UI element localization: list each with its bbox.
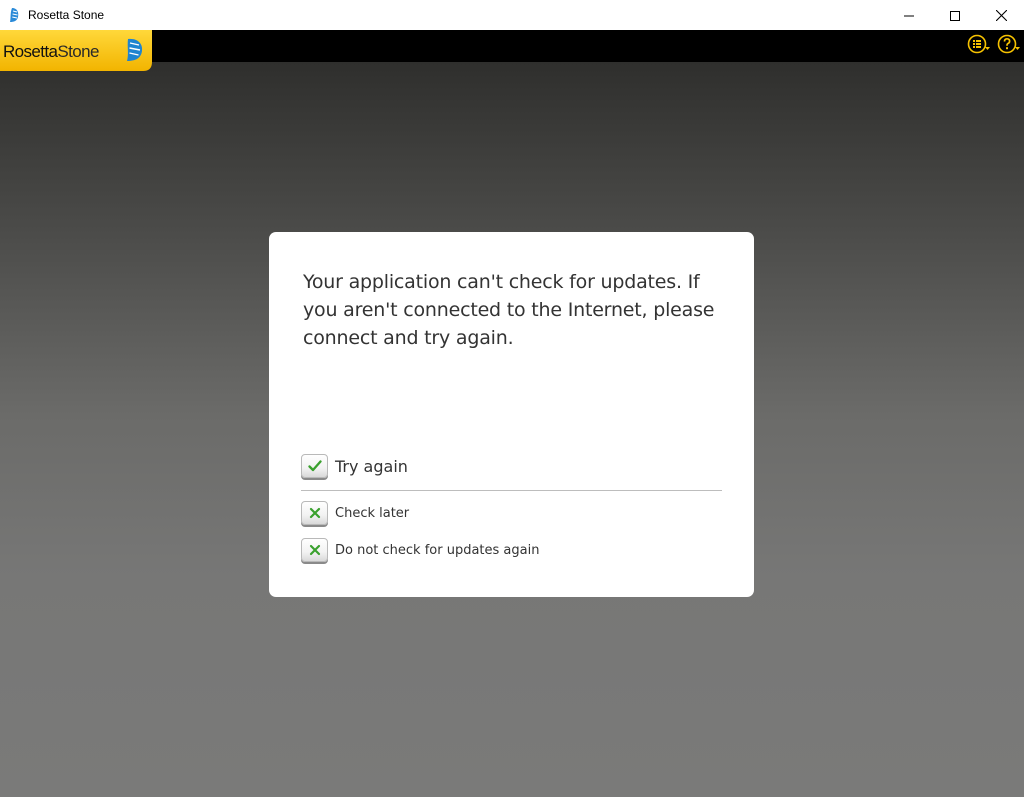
try-again-option[interactable]: Try again: [301, 454, 408, 478]
logo-word-stone: Stone: [57, 42, 99, 61]
dialog-message: Your application can't check for updates…: [303, 271, 715, 349]
minimize-button[interactable]: [886, 0, 932, 30]
app-toolbar: [0, 30, 1024, 62]
window-titlebar: Rosetta Stone: [0, 0, 1024, 30]
logo-wordmark: RosettaStone: [3, 42, 99, 62]
update-check-dialog: Your application can't check for updates…: [269, 232, 754, 597]
maximize-icon: [950, 6, 960, 25]
close-icon: [995, 6, 1007, 25]
do-not-check-option[interactable]: Do not check for updates again: [301, 538, 539, 562]
check-later-option[interactable]: Check later: [301, 501, 409, 525]
close-button[interactable]: [978, 0, 1024, 30]
check-icon: [301, 454, 328, 478]
rosetta-stone-app-icon: [6, 7, 22, 23]
help-button[interactable]: [996, 33, 1022, 59]
options-divider: [301, 490, 722, 491]
toolbar-icons: [966, 33, 1022, 59]
x-icon: [301, 501, 328, 525]
try-again-label: Try again: [335, 456, 408, 476]
minimize-icon: [904, 6, 914, 25]
window-title: Rosetta Stone: [28, 8, 105, 22]
do-not-check-label: Do not check for updates again: [335, 542, 540, 558]
window-controls: [886, 0, 1024, 30]
menu-list-icon: [967, 34, 991, 58]
help-icon: [997, 34, 1021, 58]
x-icon: [301, 538, 328, 562]
menu-button[interactable]: [966, 33, 992, 59]
logo-word-rosetta: Rosetta: [3, 42, 58, 61]
maximize-button[interactable]: [932, 0, 978, 30]
check-later-label: Check later: [335, 505, 410, 521]
rosetta-stone-logo: RosettaStone: [0, 30, 152, 71]
